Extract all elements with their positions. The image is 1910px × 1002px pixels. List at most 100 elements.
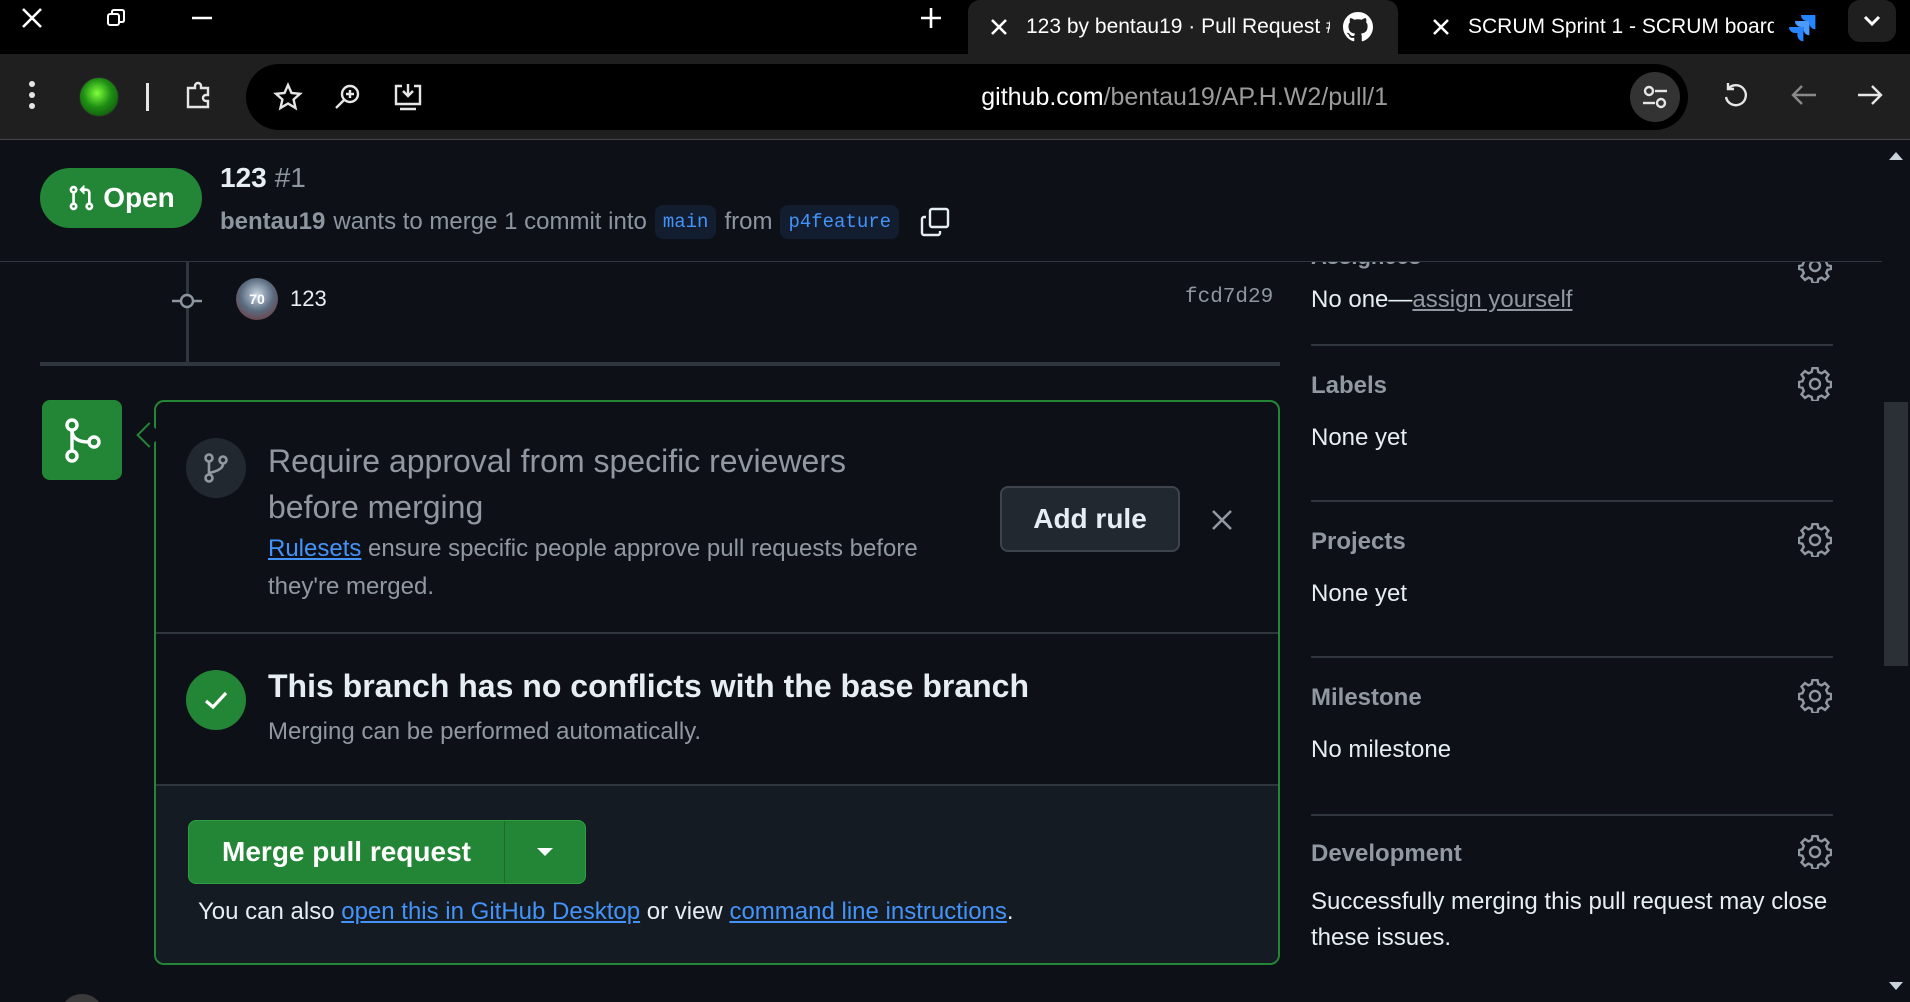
pr-from-text: from xyxy=(724,208,773,235)
bookmark-button[interactable] xyxy=(266,73,310,121)
minimize-icon xyxy=(192,16,212,20)
git-commit-icon xyxy=(172,293,202,309)
tab-pull-request[interactable]: 123 by bentau19 · Pull Request #1 xyxy=(968,0,1398,54)
window-close-button[interactable] xyxy=(2,0,62,36)
close-icon xyxy=(991,19,1007,35)
tab-title: 123 by bentau19 · Pull Request #1 xyxy=(1026,15,1330,38)
assign-yourself-link[interactable]: assign yourself xyxy=(1412,286,1572,313)
milestone-value: No milestone xyxy=(1311,736,1452,763)
ruleset-heading: Require approval from specific reviewers… xyxy=(268,443,846,525)
no-conflicts-title: This branch has no conflicts with the ba… xyxy=(268,668,1030,704)
scroll-down-arrow[interactable] xyxy=(1889,982,1903,990)
site-settings-button[interactable] xyxy=(1630,72,1680,122)
scrollbar-thumb[interactable] xyxy=(1884,402,1908,666)
extensions-button[interactable] xyxy=(177,71,221,119)
gear-icon xyxy=(1798,835,1832,869)
next-comment-avatar xyxy=(60,994,104,1002)
pr-state-badge: Open xyxy=(40,168,202,228)
assignees-none-text: No one— xyxy=(1311,286,1413,313)
tune-icon xyxy=(1643,85,1667,109)
rulesets-link[interactable]: Rulesets xyxy=(268,535,361,562)
tab-close-button[interactable] xyxy=(1428,14,1454,40)
labels-title: Labels xyxy=(1311,372,1388,399)
check-circle-icon xyxy=(186,670,246,730)
tab-close-button[interactable] xyxy=(986,14,1012,40)
pr-meta-text: wants to merge 1 commit into xyxy=(333,208,647,235)
tab-search-button[interactable] xyxy=(1848,0,1896,42)
window-restore-button[interactable] xyxy=(86,0,146,36)
sidebar-divider xyxy=(1311,814,1833,816)
merge-button-group: Merge pull request xyxy=(188,820,586,884)
window-minimize-button[interactable] xyxy=(172,0,232,36)
projects-value: None yet xyxy=(1311,580,1408,607)
merge-hint-suffix: . xyxy=(1006,898,1014,925)
pr-author-link[interactable]: bentau19 xyxy=(220,208,325,236)
command-line-link[interactable]: command line instructions xyxy=(729,898,1006,925)
branch-icon-circle xyxy=(186,438,246,498)
reload-icon xyxy=(1724,83,1747,107)
pr-sticky-header: Open 123 #1 bentau19 wants to merge 1 com… xyxy=(0,140,1882,262)
reload-button[interactable] xyxy=(1714,71,1758,119)
page-scrollbar[interactable] xyxy=(1882,140,1910,1002)
commit-avatar-text: 70 xyxy=(249,291,265,307)
chevron-down-icon xyxy=(1863,15,1881,27)
labels-settings-button[interactable] xyxy=(1797,366,1833,402)
merge-action-section: Merge pull request You can also open thi… xyxy=(156,786,1278,963)
ruleset-prompt: Require approval from specific reviewers… xyxy=(156,402,1278,634)
browser-menu-button[interactable] xyxy=(10,71,54,119)
copy-icon xyxy=(920,207,950,237)
commit-message-link[interactable]: 123 xyxy=(290,286,327,312)
tab-title: SCRUM Sprint 1 - SCRUM board - xyxy=(1468,15,1774,38)
zoom-button[interactable] xyxy=(326,73,370,121)
no-conflicts-section: This branch has no conflicts with the ba… xyxy=(156,634,1278,786)
triangle-down-icon xyxy=(537,848,553,856)
merge-pull-request-button[interactable]: Merge pull request xyxy=(189,821,505,883)
copy-branch-button[interactable] xyxy=(915,202,955,242)
merge-status-icon-box xyxy=(42,400,122,480)
new-tab-button[interactable] xyxy=(901,0,961,36)
forward-button[interactable] xyxy=(1848,71,1892,119)
close-icon xyxy=(1433,19,1449,35)
projects-settings-button[interactable] xyxy=(1797,522,1833,558)
base-branch-tag[interactable]: main xyxy=(654,205,717,239)
jira-icon xyxy=(1786,11,1818,43)
development-settings-button[interactable] xyxy=(1797,834,1833,870)
pr-number: #1 xyxy=(274,162,306,193)
pr-title: 123 #1 xyxy=(220,162,306,194)
sidebar-divider xyxy=(1311,656,1833,658)
tab-scrum-board[interactable]: SCRUM Sprint 1 - SCRUM board - xyxy=(1410,0,1840,54)
install-app-button[interactable] xyxy=(386,73,430,121)
scroll-up-arrow[interactable] xyxy=(1889,152,1903,160)
development-description: Successfully merging this pull request m… xyxy=(1311,888,1828,951)
sidebar-divider xyxy=(1311,344,1833,346)
pr-sidebar: Assignees No one—assign yourself Labels … xyxy=(1311,244,1833,1002)
commit-author-avatar[interactable]: 70 xyxy=(236,278,278,320)
github-pr-page: Open 123 #1 bentau19 wants to merge 1 com… xyxy=(0,140,1882,1002)
back-button[interactable] xyxy=(1782,71,1826,119)
dismiss-ruleset-button[interactable] xyxy=(1204,502,1240,538)
merge-hint-prefix: You can also xyxy=(198,898,335,925)
assignees-value: No one—assign yourself xyxy=(1311,286,1572,314)
profile-avatar[interactable] xyxy=(79,77,119,117)
browser-tab-strip: 123 by bentau19 · Pull Request #1 SCRUM … xyxy=(0,0,1910,54)
pr-title-text: 123 xyxy=(220,162,267,193)
url-host: github.com xyxy=(981,83,1104,111)
ruleset-description-text: ensure specific people approve pull requ… xyxy=(268,535,918,600)
address-bar[interactable]: github.com/bentau19/AP.H.W2/pull/1 xyxy=(246,64,1688,130)
development-title: Development xyxy=(1311,840,1462,867)
github-icon xyxy=(1342,11,1374,43)
commit-sha-link[interactable]: fcd7d29 xyxy=(1185,286,1273,309)
zoom-in-icon xyxy=(335,84,360,109)
milestone-title: Milestone xyxy=(1311,684,1422,711)
browser-toolbar: github.com/bentau19/AP.H.W2/pull/1 xyxy=(0,54,1910,140)
url-text: github.com/bentau19/AP.H.W2/pull/1 xyxy=(981,64,1388,130)
github-desktop-link[interactable]: open this in GitHub Desktop xyxy=(341,898,640,925)
labels-value: None yet xyxy=(1311,424,1408,451)
add-rule-button[interactable]: Add rule xyxy=(1000,486,1180,552)
merge-method-dropdown[interactable] xyxy=(505,821,585,883)
head-branch-tag[interactable]: p4feature xyxy=(780,205,900,239)
gear-icon xyxy=(1798,679,1832,713)
url-path: /bentau19/AP.H.W2/pull/1 xyxy=(1103,83,1388,111)
milestone-settings-button[interactable] xyxy=(1797,678,1833,714)
git-merge-icon xyxy=(65,418,101,463)
